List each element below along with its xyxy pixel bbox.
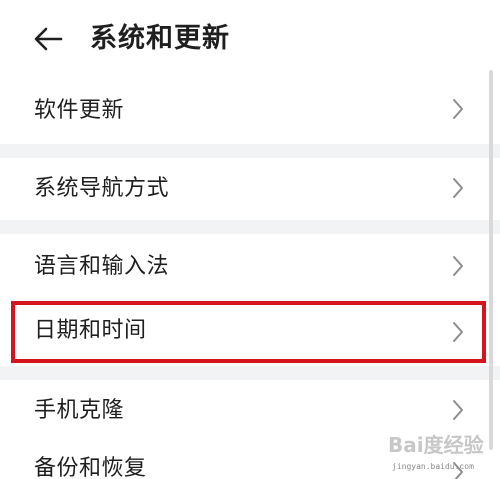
settings-item-label: 手机克隆 xyxy=(34,398,125,423)
settings-item-phone-clone[interactable]: 手机克隆 xyxy=(0,380,500,442)
app-header: 系统和更新 xyxy=(0,0,500,78)
chevron-right-icon xyxy=(453,256,463,276)
chevron-right-icon xyxy=(453,99,463,119)
back-button[interactable] xyxy=(30,22,66,56)
settings-item-backup-restore[interactable]: 备份和恢复 xyxy=(0,442,500,479)
watermark-subtext: jingyan.baidu.com xyxy=(392,462,474,471)
settings-item-label: 语言和输入法 xyxy=(34,254,170,279)
settings-item-label: 备份和恢复 xyxy=(34,456,147,479)
page-title: 系统和更新 xyxy=(90,23,230,54)
settings-item-language-input[interactable]: 语言和输入法 xyxy=(0,234,500,296)
settings-item-navigation[interactable]: 系统导航方式 xyxy=(0,158,500,220)
settings-item-label: 日期和时间 xyxy=(34,318,147,343)
settings-item-label: 软件更新 xyxy=(34,98,125,123)
chevron-right-icon xyxy=(453,322,463,342)
chevron-right-icon xyxy=(453,178,463,198)
settings-item-software-update[interactable]: 软件更新 xyxy=(0,78,500,144)
settings-screen: 系统和更新 软件更新 系统导航方式 语言和输入法 日期和时间 手机克隆 备份和恢… xyxy=(0,0,500,479)
back-arrow-icon xyxy=(34,27,63,51)
settings-item-label: 系统导航方式 xyxy=(34,176,170,201)
chevron-right-icon xyxy=(453,400,463,420)
settings-item-date-time[interactable]: 日期和时间 xyxy=(0,296,500,366)
scrollbar[interactable] xyxy=(489,70,493,450)
